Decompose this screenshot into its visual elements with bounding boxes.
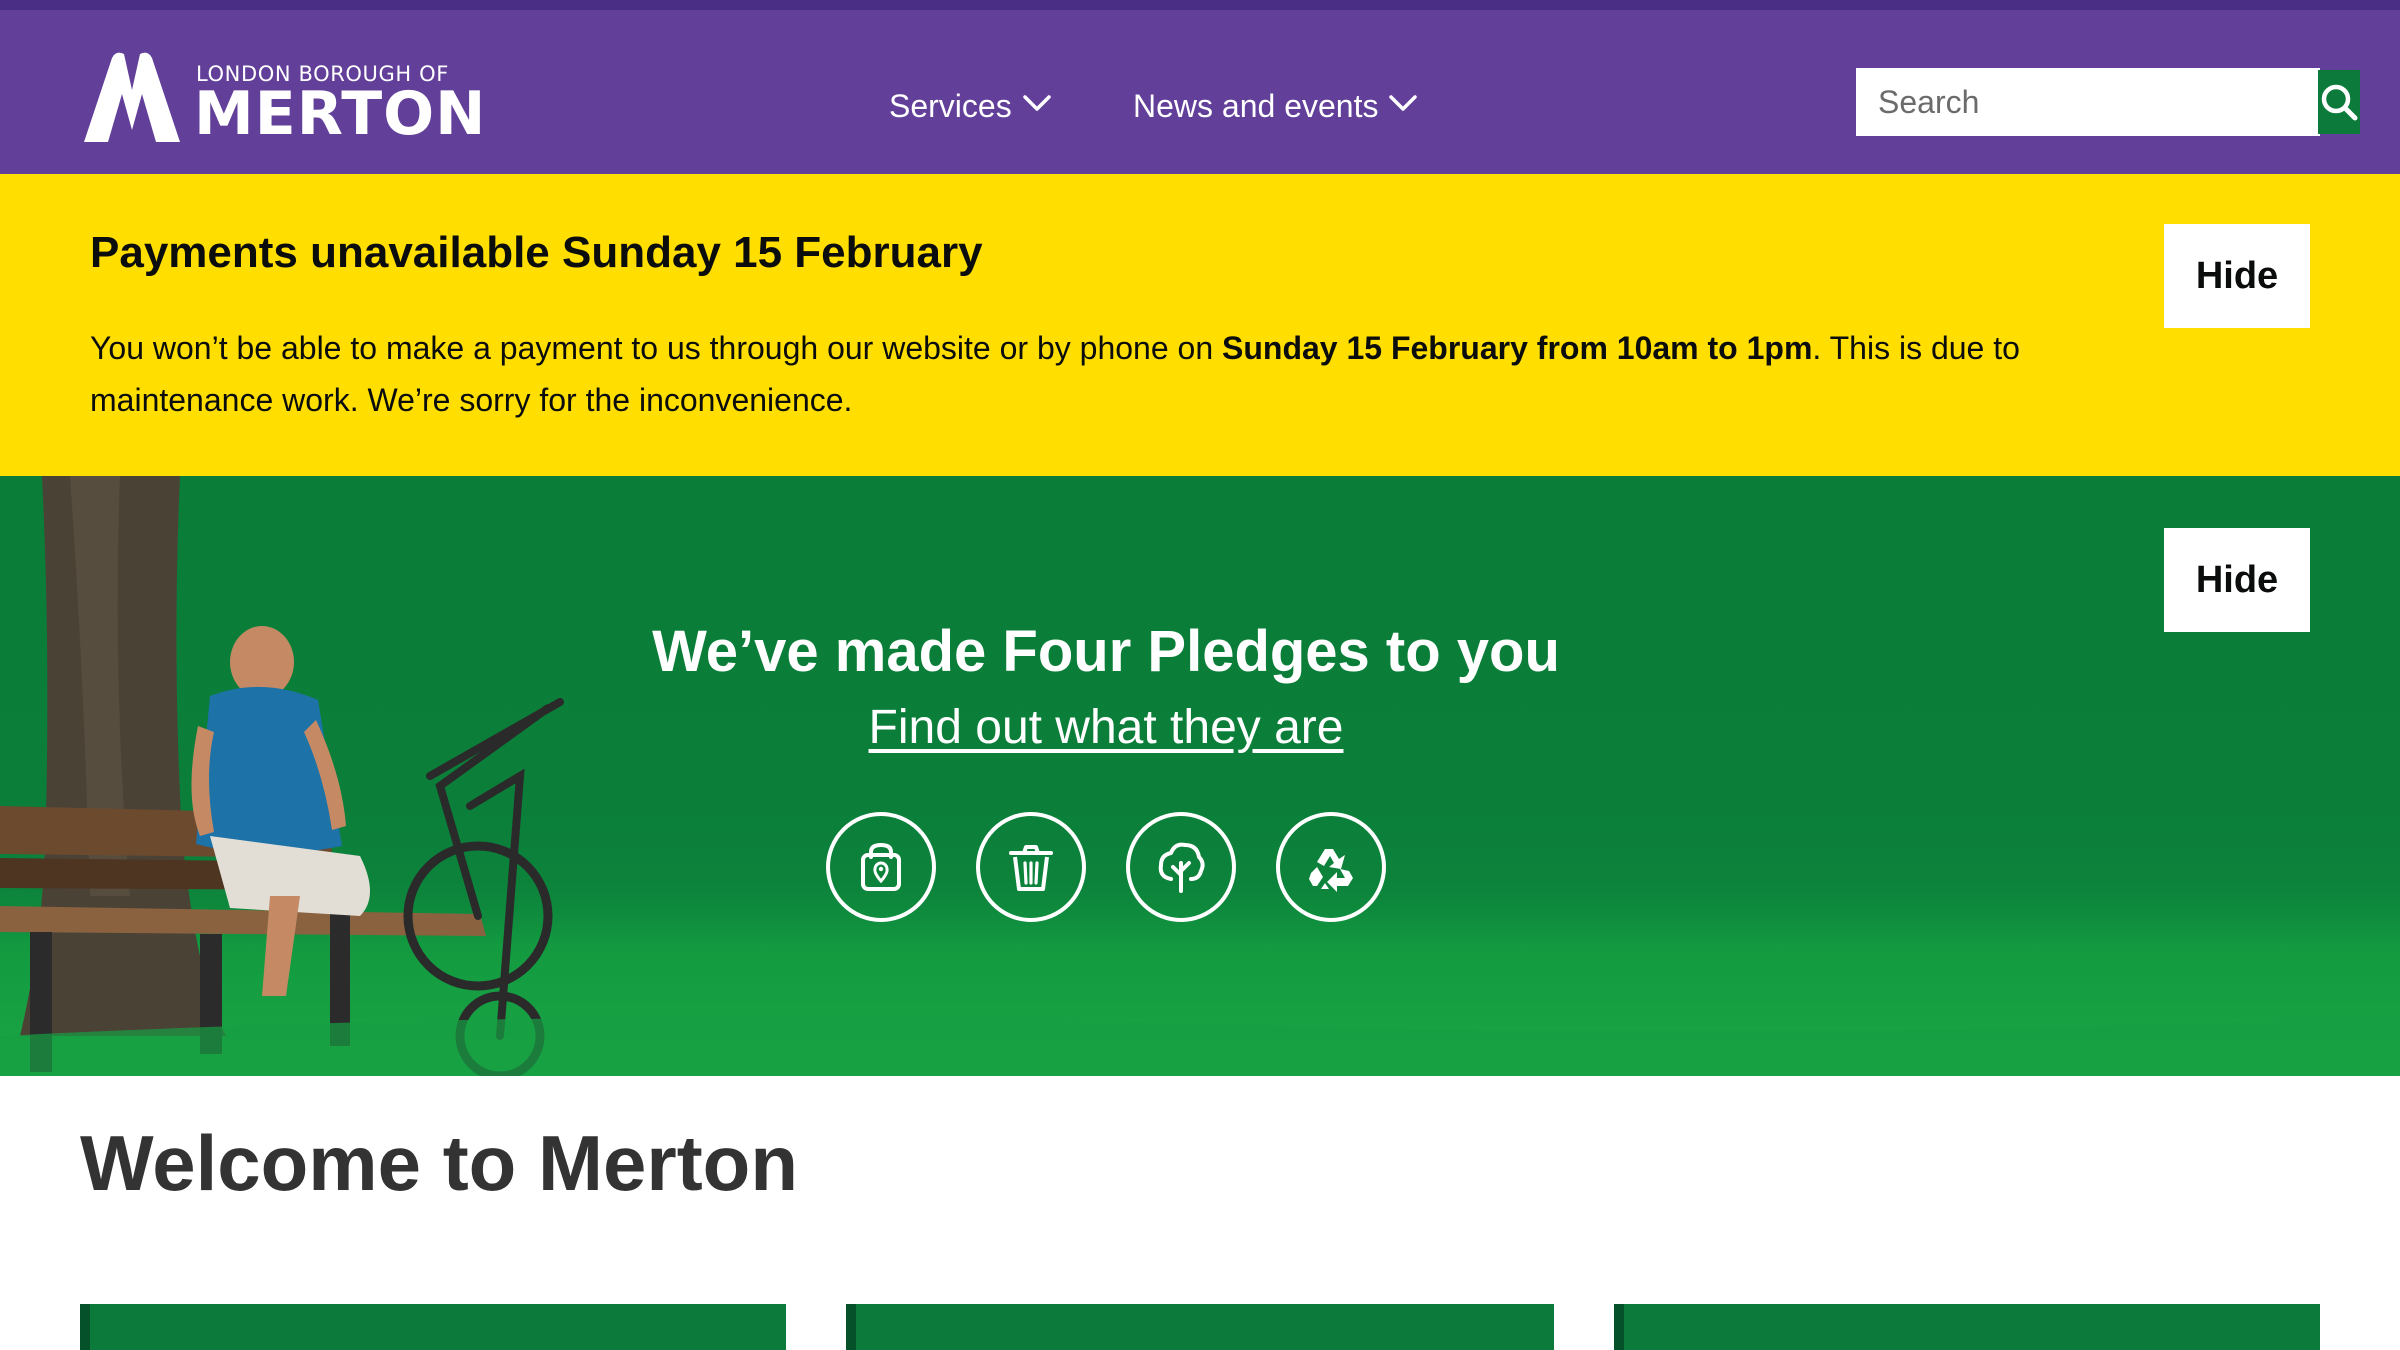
pledges-banner: We’ve made Four Pledges to you Find out … xyxy=(0,476,2400,1076)
bin-icon xyxy=(1009,845,1053,891)
pledge-bin[interactable] xyxy=(976,812,1086,922)
merton-m-icon xyxy=(84,52,180,142)
pledge-tree[interactable] xyxy=(1126,812,1236,922)
nav-news-label: News and events xyxy=(1133,87,1379,124)
alert-title: Payments unavailable Sunday 15 February xyxy=(90,228,983,277)
alert-text-bold: Sunday 15 February from 10am to 1pm xyxy=(1222,330,1813,366)
logo-merton-text: MERTON xyxy=(194,79,487,149)
payment-alert-banner: Payments unavailable Sunday 15 February … xyxy=(0,174,2400,476)
tree-icon xyxy=(1158,842,1205,893)
pledge-recycle[interactable] xyxy=(1276,812,1386,922)
recycle-icon xyxy=(1309,849,1353,892)
pledge-icons xyxy=(826,812,1386,922)
chevron-down-icon xyxy=(1022,95,1051,111)
hide-alert-button[interactable]: Hide xyxy=(2164,224,2310,328)
top-accent-bar xyxy=(0,0,2400,10)
service-card[interactable] xyxy=(846,1304,1554,1350)
nav-services-label: Services xyxy=(889,87,1012,124)
park-scene-image xyxy=(0,476,2400,1076)
nav-news-and-events[interactable]: News and events xyxy=(1133,82,1418,130)
alert-text-before: You won’t be able to make a payment to u… xyxy=(90,330,1222,366)
pledges-link[interactable]: Find out what they are xyxy=(0,700,2212,755)
site-header: LONDON BOROUGH OF MERTON Services News a… xyxy=(0,10,2400,174)
alert-message: You won’t be able to make a payment to u… xyxy=(90,322,2090,426)
handbag-icon xyxy=(861,842,901,891)
search-input[interactable] xyxy=(1858,70,2318,134)
search-box xyxy=(1856,68,2360,136)
page-title: Welcome to Merton xyxy=(80,1119,798,1207)
merton-logo[interactable]: LONDON BOROUGH OF MERTON xyxy=(80,50,485,150)
pledges-title: We’ve made Four Pledges to you xyxy=(652,619,1560,684)
nav-services[interactable]: Services xyxy=(889,82,1052,130)
search-icon xyxy=(2321,84,2358,121)
service-card[interactable] xyxy=(1614,1304,2320,1350)
hide-banner-button[interactable]: Hide xyxy=(2164,528,2310,632)
search-button[interactable] xyxy=(2318,70,2360,134)
service-card[interactable] xyxy=(80,1304,786,1350)
pledge-handbag[interactable] xyxy=(826,812,936,922)
chevron-down-icon xyxy=(1389,95,1418,111)
